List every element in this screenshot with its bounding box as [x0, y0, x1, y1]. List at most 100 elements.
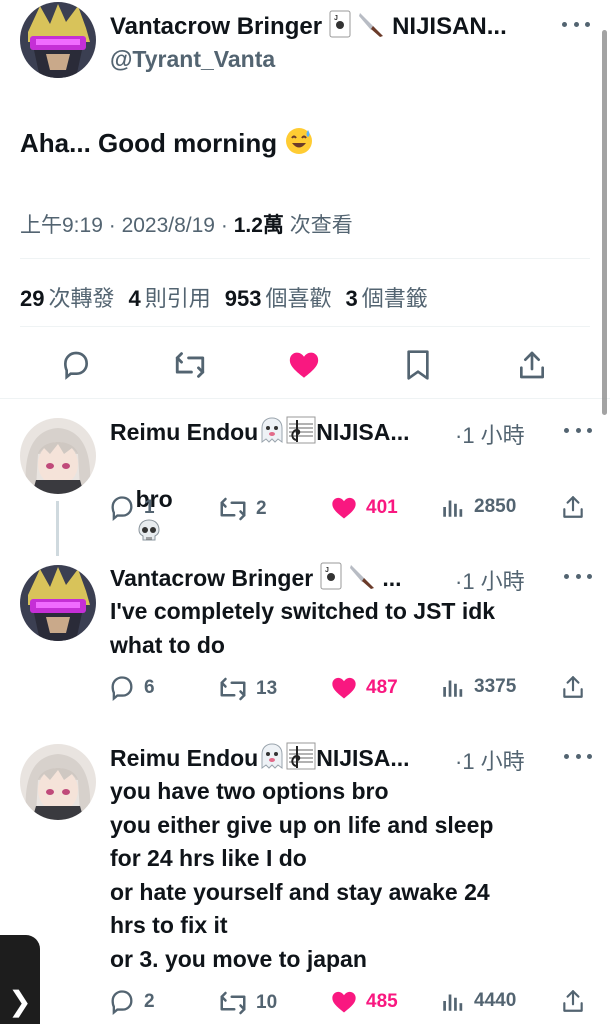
reply-avatar[interactable] [20, 744, 96, 820]
quotes-count: 4 [128, 286, 141, 311]
reply-button[interactable]: 2 [108, 988, 155, 1016]
tweet-text: Aha... Good morning [20, 126, 314, 163]
retweet-icon [220, 991, 246, 1015]
sweat-smile-icon [284, 126, 314, 163]
retweets-count: 29 [20, 286, 45, 311]
reply-author-name[interactable]: Reimu Endou NIJISA... [110, 416, 410, 450]
reply-button[interactable]: 6 [108, 674, 155, 702]
more-icon[interactable] [564, 572, 592, 580]
reply-time[interactable]: ·1 小時 [455, 564, 525, 596]
reply-count: 2 [144, 991, 155, 1012]
heart-icon [332, 497, 356, 519]
reply-icon [111, 990, 133, 1015]
reply-icon [111, 496, 133, 521]
share-button[interactable] [560, 674, 586, 700]
reply-count: 1 [144, 497, 155, 518]
author-handle[interactable]: @Tyrant_Vanta [110, 46, 275, 73]
music-score-icon [286, 742, 316, 776]
more-icon[interactable] [564, 426, 592, 434]
reply-author-name[interactable]: Vantacrow Bringer J ... [110, 562, 402, 596]
like-button[interactable]: 485 [330, 988, 398, 1016]
joker-card-icon: J [320, 562, 342, 596]
author-name-suffix: NIJISAN... [392, 13, 507, 40]
view-count: 2850 [474, 496, 517, 517]
view-count: 4440 [474, 990, 517, 1011]
retweet-count: 2 [256, 498, 267, 519]
more-icon[interactable] [564, 752, 592, 760]
bookmarks-label: 個書籤 [361, 286, 428, 311]
like-count: 401 [366, 497, 398, 518]
reply-icon[interactable] [56, 345, 96, 385]
ghost-icon [258, 742, 286, 776]
music-score-icon [286, 416, 316, 450]
reply-action-bar: 2 10 485 4440 [108, 988, 598, 1018]
retweet-button[interactable]: 13 [218, 674, 277, 704]
retweet-button[interactable]: 10 [218, 988, 277, 1018]
more-icon[interactable] [562, 20, 590, 28]
reply-author-name[interactable]: Reimu Endou NIJISA... [110, 742, 410, 776]
scrollbar[interactable] [602, 30, 607, 415]
retweet-icon [220, 497, 246, 521]
views-icon [443, 994, 463, 1011]
reply-display-name: Reimu Endou [110, 745, 259, 771]
reply-name-suffix: NIJISA... [316, 419, 410, 445]
divider [0, 398, 610, 399]
share-button[interactable] [560, 494, 586, 520]
retweet-icon[interactable] [170, 345, 210, 385]
retweet-count: 13 [256, 678, 278, 699]
edge-panel-handle[interactable]: ❯ [0, 935, 40, 1024]
svg-text:J: J [325, 567, 329, 574]
heart-icon[interactable] [284, 345, 324, 385]
author-avatar[interactable] [20, 2, 96, 78]
reply-count: 6 [144, 677, 155, 698]
heart-icon [332, 991, 356, 1013]
views-button[interactable]: 3375 [440, 674, 516, 700]
author-display-name: Vantacrow Bringer [110, 13, 323, 40]
author-name[interactable]: Vantacrow Bringer J NIJISAN... [110, 10, 507, 45]
bookmarks-count: 3 [345, 286, 358, 311]
divider [20, 258, 590, 259]
tweet-views-label: 次查看 [289, 214, 353, 237]
knife-icon [348, 562, 376, 596]
quotes-stat[interactable]: 4 則引用 [129, 281, 211, 313]
reply-avatar[interactable] [20, 565, 96, 641]
reply-button[interactable]: 1 [108, 494, 155, 522]
reply-text: you have two options bro you either give… [110, 778, 494, 972]
like-count: 487 [366, 677, 398, 698]
reply-time[interactable]: ·1 小時 [455, 418, 525, 450]
tweet-action-bar [0, 345, 610, 385]
share-icon[interactable] [512, 345, 552, 385]
view-count: 3375 [474, 676, 517, 697]
reply-time[interactable]: ·1 小時 [455, 744, 525, 776]
tweet-meta: 上午9:19 · 2023/8/19 · 1.2萬 次查看 [20, 209, 353, 239]
retweets-stat[interactable]: 29 次轉發 [20, 281, 115, 313]
svg-text:J: J [334, 15, 338, 22]
like-button[interactable]: 401 [330, 494, 398, 522]
tweet-stats: 29 次轉發 4 則引用 953 個喜歡 3 個書籤 [20, 281, 428, 313]
tweet-text-content: Aha... Good morning [20, 128, 278, 158]
views-icon [443, 680, 463, 697]
share-button[interactable] [560, 988, 586, 1014]
retweet-button[interactable]: 2 [218, 494, 267, 524]
ghost-icon [258, 416, 286, 450]
reply-avatar[interactable] [20, 418, 96, 494]
like-count: 485 [366, 991, 398, 1012]
likes-stat[interactable]: 953 個喜歡 [225, 281, 332, 313]
views-icon [443, 500, 463, 517]
reply-display-name: Reimu Endou [110, 419, 259, 445]
views-button[interactable]: 2850 [440, 494, 516, 520]
reply-icon [111, 676, 133, 701]
joker-card-icon: J [329, 10, 351, 45]
tweet-time[interactable]: 上午9:19 [20, 214, 103, 237]
thread-line [56, 501, 59, 556]
retweet-icon [220, 677, 246, 701]
bookmark-icon[interactable] [398, 345, 438, 385]
likes-count: 953 [224, 286, 262, 311]
like-button[interactable]: 487 [330, 674, 398, 702]
reply-name-suffix: NIJISA... [316, 745, 410, 771]
bookmarks-stat[interactable]: 3 個書籤 [346, 281, 428, 313]
tweet-date[interactable]: 2023/8/19 [122, 214, 215, 237]
divider [20, 326, 590, 327]
likes-label: 個喜歡 [265, 286, 332, 311]
views-button[interactable]: 4440 [440, 988, 516, 1014]
